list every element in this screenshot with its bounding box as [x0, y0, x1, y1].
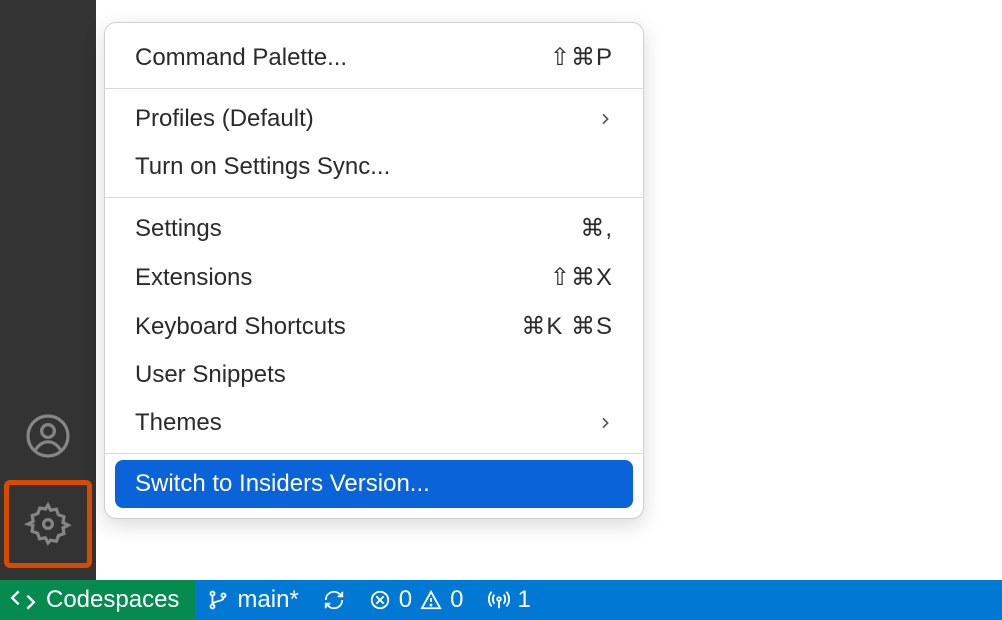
menu-item-label: Themes: [135, 409, 597, 437]
menu-item-label: Keyboard Shortcuts: [135, 313, 521, 341]
menu-item-settings-sync[interactable]: Turn on Settings Sync...: [105, 143, 643, 191]
warning-icon: [420, 589, 442, 611]
menu-item-keyboard-shortcuts[interactable]: Keyboard Shortcuts ⌘K ⌘S: [105, 302, 643, 351]
menu-item-themes[interactable]: Themes: [105, 399, 643, 447]
status-problems[interactable]: 0 0: [357, 580, 476, 620]
gear-icon: [24, 500, 72, 548]
accounts-button[interactable]: [8, 396, 88, 476]
git-branch-icon: [207, 589, 229, 611]
status-sync[interactable]: [311, 580, 357, 620]
menu-item-label: User Snippets: [135, 361, 613, 389]
chevron-right-icon: [597, 111, 613, 127]
menu-separator: [105, 197, 643, 198]
manage-menu: Command Palette... ⇧⌘P Profiles (Default…: [104, 22, 644, 519]
status-branch-label: main*: [237, 586, 298, 614]
menu-item-label: Extensions: [135, 264, 550, 292]
menu-item-extensions[interactable]: Extensions ⇧⌘X: [105, 253, 643, 302]
menu-item-shortcut: ⇧⌘P: [550, 43, 613, 72]
status-warnings-count: 0: [450, 586, 463, 614]
menu-item-insiders[interactable]: Switch to Insiders Version...: [115, 460, 633, 508]
status-errors-count: 0: [399, 586, 412, 614]
menu-item-label: Settings: [135, 215, 580, 243]
activity-bar: [0, 0, 96, 580]
menu-item-shortcut: ⌘,: [580, 214, 613, 243]
menu-item-shortcut: ⇧⌘X: [550, 263, 613, 292]
status-ports[interactable]: 1: [476, 580, 543, 620]
menu-separator: [105, 88, 643, 89]
menu-item-user-snippets[interactable]: User Snippets: [105, 351, 643, 399]
manage-button[interactable]: [4, 480, 92, 568]
menu-item-label: Turn on Settings Sync...: [135, 153, 613, 181]
broadcast-icon: [488, 589, 510, 611]
menu-item-label: Switch to Insiders Version...: [135, 470, 613, 498]
menu-item-shortcut: ⌘K ⌘S: [521, 312, 613, 341]
chevron-right-icon: [597, 415, 613, 431]
menu-item-profiles[interactable]: Profiles (Default): [105, 95, 643, 143]
status-bar: Codespaces main* 0 0: [0, 580, 1002, 620]
menu-separator: [105, 453, 643, 454]
status-branch[interactable]: main*: [195, 580, 310, 620]
menu-item-settings[interactable]: Settings ⌘,: [105, 204, 643, 253]
account-icon: [24, 412, 72, 460]
remote-icon: [10, 587, 36, 613]
error-icon: [369, 589, 391, 611]
status-remote[interactable]: Codespaces: [0, 580, 195, 620]
sync-icon: [323, 589, 345, 611]
menu-item-command-palette[interactable]: Command Palette... ⇧⌘P: [105, 33, 643, 82]
status-remote-label: Codespaces: [46, 586, 179, 614]
menu-item-label: Command Palette...: [135, 44, 550, 72]
status-ports-count: 1: [518, 586, 531, 614]
menu-item-label: Profiles (Default): [135, 105, 597, 133]
